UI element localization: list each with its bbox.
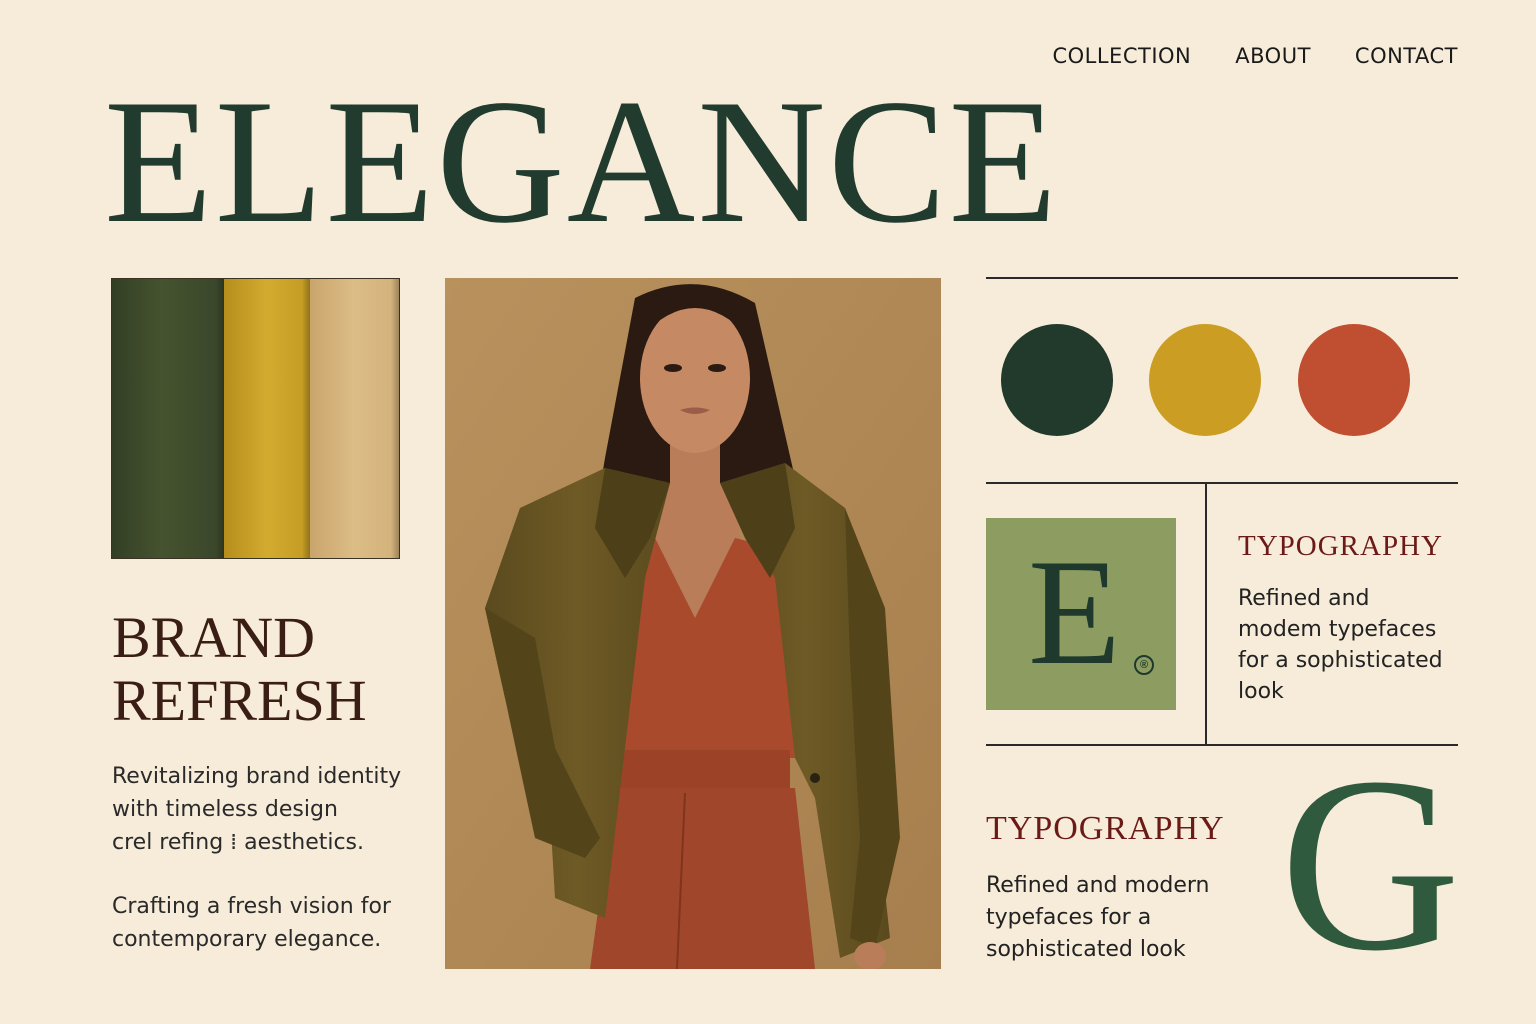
divider-middle (986, 482, 1458, 484)
swatch-mustard (224, 279, 310, 558)
brand-tagline-line: contemporary elegance. (112, 927, 382, 952)
brand-desc-line: with timeless design (112, 797, 338, 822)
logo-letter-e: E (1028, 528, 1121, 696)
swatch-olive (112, 279, 224, 558)
divider-vertical (1205, 483, 1207, 745)
typography-line: modem typefaces (1238, 617, 1437, 642)
typography-line: for a sophisticated (1238, 648, 1443, 673)
nav-contact-link[interactable]: CONTACT (1355, 44, 1458, 68)
nav-collection-link[interactable]: COLLECTION (1052, 44, 1191, 68)
typography-line: look (1238, 679, 1284, 704)
fabric-swatches (111, 278, 400, 559)
logo-mark: E ® (986, 518, 1176, 710)
typography-line: typefaces for a (986, 905, 1152, 930)
typography-description-small: Refined and modem typefaces for a sophis… (1238, 583, 1443, 707)
brand-tagline: Crafting a fresh vision for contemporary… (112, 890, 391, 956)
brand-title-line1: BRAND (112, 605, 316, 670)
brand-title-line2: REFRESH (112, 668, 367, 733)
brand-tagline-line: Crafting a fresh vision for (112, 894, 391, 919)
hero-title: ELEGANCE (104, 62, 1060, 260)
typography-heading-small: TYPOGRAPHY (1238, 530, 1443, 562)
typography-specimen-g: G (1280, 726, 1461, 1003)
registered-icon: ® (1134, 655, 1154, 675)
typography-line: sophisticated look (986, 937, 1186, 962)
typography-description-large: Refined and modern typefaces for a sophi… (986, 870, 1210, 966)
divider-top (986, 277, 1458, 279)
top-nav: COLLECTION ABOUT CONTACT (1052, 44, 1458, 68)
palette-rust-swatch (1298, 324, 1410, 436)
brand-desc-line: crel refing ⁞ aesthetics. (112, 830, 365, 855)
palette-mustard-swatch (1149, 324, 1261, 436)
palette-dark-green-swatch (1001, 324, 1113, 436)
brand-refresh-title: BRAND REFRESH (112, 606, 367, 732)
typography-heading-large: TYPOGRAPHY (986, 810, 1225, 847)
swatch-sand (310, 279, 399, 558)
model-photo (445, 278, 941, 969)
model-photo-illustration (445, 278, 941, 969)
brand-desc-line: Revitalizing brand identity (112, 764, 402, 789)
brand-description: Revitalizing brand identity with timeles… (112, 760, 401, 859)
nav-about-link[interactable]: ABOUT (1235, 44, 1311, 68)
typography-line: Refined and modern (986, 873, 1210, 898)
typography-line: Refined and (1238, 586, 1370, 611)
